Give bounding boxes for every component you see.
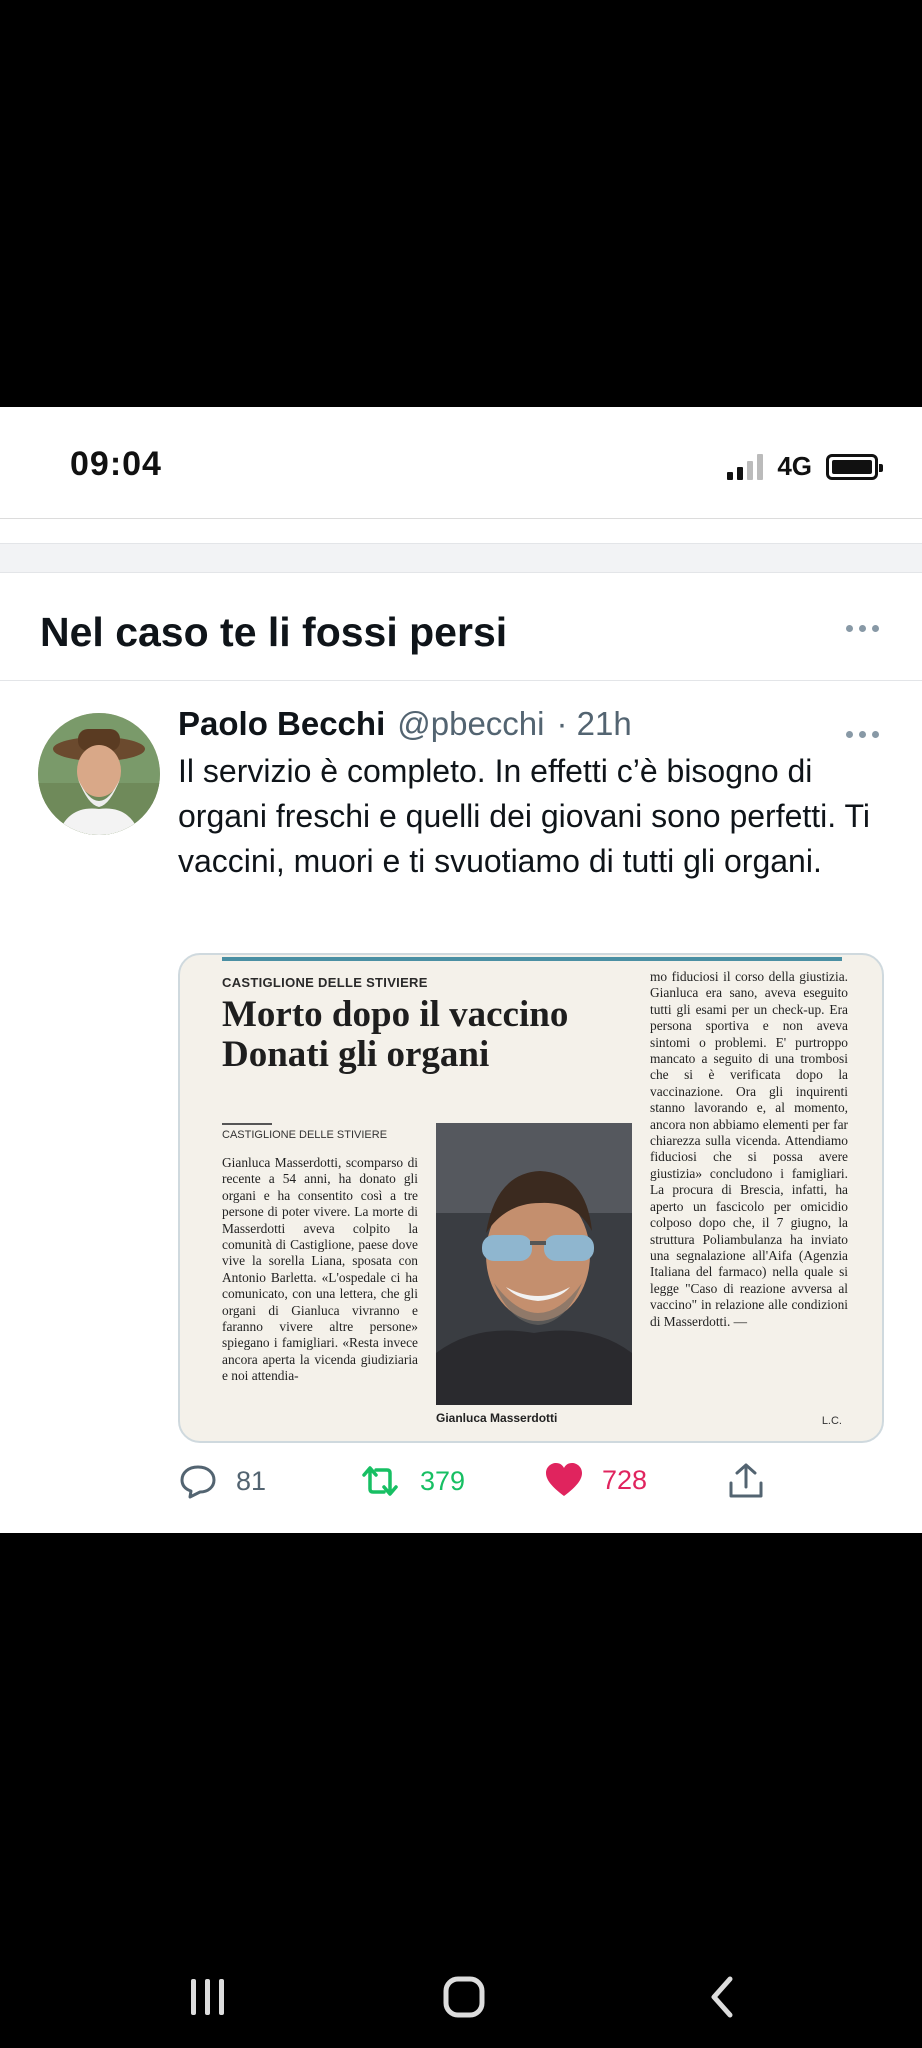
tweet-actions: 81 379 728 (178, 1461, 818, 1511)
home-icon[interactable] (442, 1975, 486, 2024)
more-horizontal-icon[interactable] (846, 625, 879, 632)
share-button[interactable] (726, 1461, 766, 1501)
retweet-button[interactable]: 379 (358, 1461, 465, 1501)
app-screen: 09:04 4G Nel caso te li fossi persi Paol… (0, 407, 922, 1533)
author-handle[interactable]: @pbecchi (397, 705, 544, 743)
bottom-black-area (0, 1533, 922, 2048)
avatar[interactable] (38, 713, 160, 835)
retweet-icon (362, 1466, 398, 1496)
retweet-count: 379 (420, 1465, 466, 1496)
article-column-1: Gianluca Masserdotti, scomparso di recen… (222, 1155, 418, 1384)
heart-icon (546, 1463, 582, 1496)
article-column-3: mo fiduciosi il corso della giustizia. G… (650, 969, 848, 1329)
signal-icon (727, 453, 764, 480)
article-kicker: CASTIGLIONE DELLE STIVIERE (222, 975, 428, 990)
status-indicators: 4G (727, 451, 883, 482)
back-icon[interactable] (704, 1975, 740, 2024)
tweet-more-icon[interactable] (846, 731, 879, 738)
battery-icon (826, 453, 883, 480)
article-photo (436, 1123, 632, 1405)
tweet-media-image[interactable]: CASTIGLIONE DELLE STIVIERE Morto dopo il… (178, 953, 884, 1443)
byline-rule (222, 1123, 272, 1125)
status-time: 09:04 (70, 445, 162, 483)
reply-icon (180, 1465, 216, 1499)
article-headline: Morto dopo il vaccino Donati gli organi (222, 994, 569, 1075)
reply-button[interactable]: 81 (178, 1461, 266, 1501)
article-byline: CASTIGLIONE DELLE STIVIERE (222, 1129, 388, 1141)
section-title: Nel caso te li fossi persi (40, 609, 508, 655)
tweet-header: Paolo Becchi @pbecchi · 21h (178, 705, 632, 743)
reply-count: 81 (236, 1465, 267, 1496)
network-label: 4G (777, 451, 812, 481)
like-count: 728 (602, 1464, 648, 1495)
separator-band (0, 543, 922, 573)
article-initials: L.C. (821, 1415, 842, 1427)
tweet-text: Il servizio è completo. In effetti c’è b… (178, 753, 870, 879)
recents-icon[interactable] (188, 1975, 228, 2024)
status-bar: 09:04 4G (0, 407, 922, 519)
author-name[interactable]: Paolo Becchi (178, 705, 385, 743)
tweet-time[interactable]: · 21h (556, 705, 631, 743)
like-button[interactable]: 728 (544, 1461, 647, 1499)
tweet[interactable]: Paolo Becchi @pbecchi · 21h Il servizio … (0, 681, 922, 1533)
section-header: Nel caso te li fossi persi (0, 573, 922, 681)
paper-rule (222, 957, 842, 961)
top-black-area (0, 0, 922, 407)
share-icon (729, 1463, 763, 1498)
photo-caption: Gianluca Masserdotti (436, 1411, 558, 1425)
